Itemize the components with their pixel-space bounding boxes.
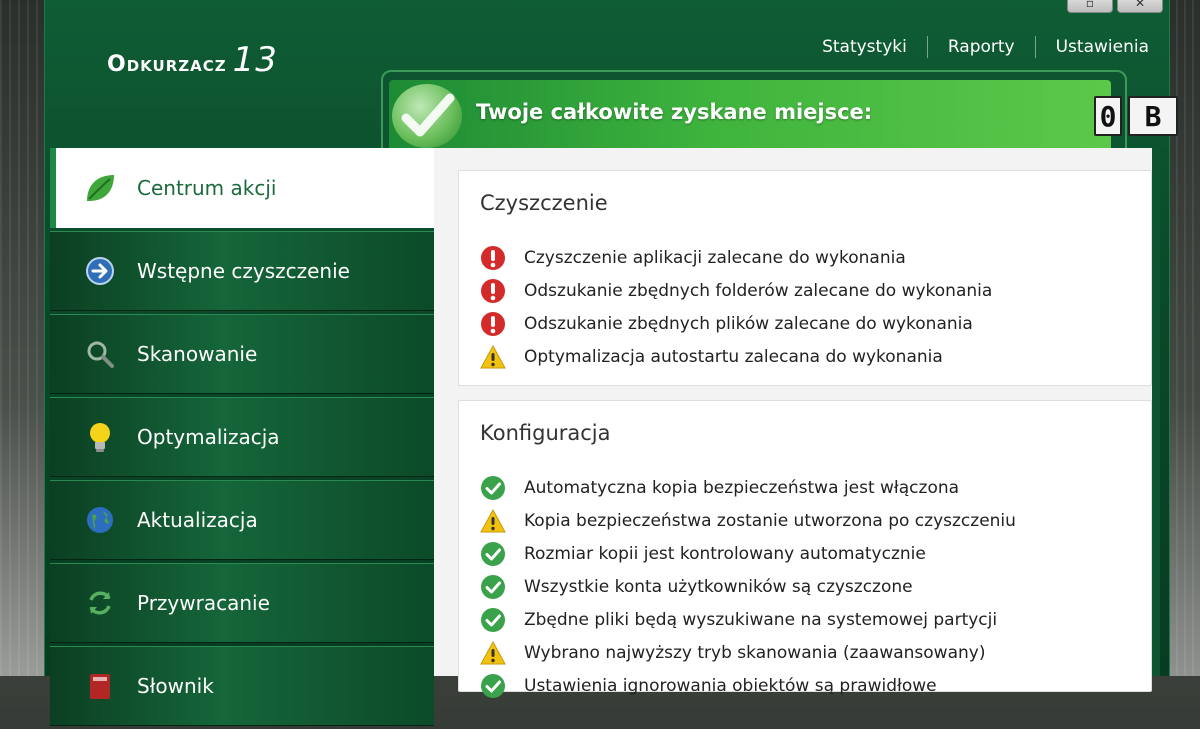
status-row[interactable]: Kopia bezpieczeństwa zostanie utworzona …: [480, 504, 1016, 537]
arrow-right-icon: [83, 254, 117, 288]
check-ok-icon: [481, 475, 505, 500]
magnifier-icon: [83, 337, 117, 371]
warning-icon: [480, 640, 506, 664]
sidebar-item-skanowanie[interactable]: Skanowanie: [50, 314, 434, 394]
check-ok-icon: [481, 574, 505, 599]
sidebar-item-centrum-akcji[interactable]: Centrum akcji: [50, 148, 434, 228]
globe-icon: [83, 503, 117, 537]
status-text: Odszukanie zbędnych folderów zalecane do…: [524, 280, 993, 301]
status-text: Czyszczenie aplikacji zalecane do wykona…: [524, 247, 906, 268]
sidebar-item-przywracanie[interactable]: Przywracanie: [50, 563, 434, 643]
checkmark-icon: [392, 84, 462, 148]
status-text: Kopia bezpieczeństwa zostanie utworzona …: [524, 510, 1016, 531]
main-content: Czyszczenie Czyszczenie aplikacji zaleca…: [434, 148, 1160, 698]
lightbulb-icon: [83, 420, 117, 454]
warning-icon: [480, 344, 506, 368]
nav-link-raporty[interactable]: Raporty: [948, 37, 1015, 57]
space-saved-counter: 0 B: [1094, 96, 1178, 136]
app-logo: Odkurzacz 13: [107, 40, 278, 80]
check-ok-icon: [481, 673, 505, 698]
status-row[interactable]: Rozmiar kopii jest kontrolowany automaty…: [480, 537, 1016, 570]
leaf-icon: [83, 171, 117, 205]
desktop-background-left: [0, 0, 46, 676]
close-button[interactable]: ✕: [1117, 0, 1163, 13]
warning-icon: [480, 508, 506, 532]
status-row[interactable]: Wybrano najwyższy tryb skanowania (zaawa…: [480, 636, 1016, 669]
sidebar-item-label: Słownik: [137, 674, 214, 698]
sidebar-item-optymalizacja[interactable]: Optymalizacja: [50, 397, 434, 477]
status-row[interactable]: Zbędne pliki będą wyszukiwane na systemo…: [480, 603, 1016, 636]
status-text: Wybrano najwyższy tryb skanowania (zaawa…: [524, 642, 986, 663]
section-title: Czyszczenie: [480, 191, 608, 215]
sidebar: Centrum akcji Wstępne czyszczenie Skanow…: [50, 148, 434, 729]
book-icon: [83, 669, 117, 703]
section-card-konfiguracja: Konfiguracja Automatyczna kopia bezpiecz…: [458, 400, 1152, 698]
status-text: Zbędne pliki będą wyszukiwane na systemo…: [524, 609, 998, 630]
status-text: Rozmiar kopii jest kontrolowany automaty…: [524, 543, 926, 564]
sidebar-item-slownik[interactable]: Słownik: [50, 646, 434, 726]
status-text: Wszystkie konta użytkowników są czyszczo…: [524, 576, 913, 597]
restore-button[interactable]: ▫: [1067, 0, 1113, 13]
sidebar-item-label: Aktualizacja: [137, 508, 258, 532]
status-list: Czyszczenie aplikacji zalecane do wykona…: [480, 241, 992, 373]
status-text: Optymalizacja autostartu zalecana do wyk…: [524, 346, 943, 367]
section-title: Konfiguracja: [480, 421, 611, 445]
status-row[interactable]: Wszystkie konta użytkowników są czyszczo…: [480, 570, 1016, 603]
status-row[interactable]: Optymalizacja autostartu zalecana do wyk…: [480, 340, 992, 373]
error-icon: [481, 245, 505, 270]
section-card-czyszczenie: Czyszczenie Czyszczenie aplikacji zaleca…: [458, 170, 1152, 386]
sidebar-item-label: Przywracanie: [137, 591, 270, 615]
nav-divider: [1034, 36, 1036, 58]
sidebar-item-wstepne-czyszczenie[interactable]: Wstępne czyszczenie: [50, 231, 434, 311]
nav-link-statystyki[interactable]: Statystyki: [822, 37, 907, 57]
check-ok-icon: [481, 607, 505, 632]
nav-divider: [926, 36, 928, 58]
app-name: Odkurzacz: [107, 52, 227, 77]
status-row[interactable]: Czyszczenie aplikacji zalecane do wykona…: [480, 241, 992, 274]
sidebar-item-aktualizacja[interactable]: Aktualizacja: [50, 480, 434, 560]
counter-value: 0: [1094, 96, 1122, 136]
error-icon: [481, 311, 505, 336]
sidebar-item-label: Optymalizacja: [137, 425, 280, 449]
status-row[interactable]: Ustawienia ignorowania obiektów są prawi…: [480, 669, 1016, 702]
status-text: Odszukanie zbędnych plików zalecane do w…: [524, 313, 973, 334]
nav-link-ustawienia[interactable]: Ustawienia: [1056, 37, 1149, 57]
restore-arrows-icon: [83, 586, 117, 620]
check-ok-icon: [481, 541, 505, 566]
status-row[interactable]: Odszukanie zbędnych plików zalecane do w…: [480, 307, 992, 340]
status-row[interactable]: Odszukanie zbędnych folderów zalecane do…: [480, 274, 992, 307]
sidebar-item-label: Wstępne czyszczenie: [137, 259, 350, 283]
sidebar-item-label: Centrum akcji: [137, 176, 277, 200]
counter-unit: B: [1128, 96, 1178, 136]
status-text: Ustawienia ignorowania obiektów są prawi…: [524, 675, 937, 696]
window-controls: ▫ ✕: [1067, 0, 1163, 13]
app-version: 13: [232, 40, 278, 80]
space-saved-label: Twoje całkowite zyskane miejsce:: [476, 100, 873, 124]
error-icon: [481, 278, 505, 303]
status-list: Automatyczna kopia bezpieczeństwa jest w…: [480, 471, 1016, 702]
status-row[interactable]: Automatyczna kopia bezpieczeństwa jest w…: [480, 471, 1016, 504]
top-navigation: Statystyki Raporty Ustawienia: [822, 36, 1149, 58]
status-text: Automatyczna kopia bezpieczeństwa jest w…: [524, 477, 960, 498]
sidebar-item-label: Skanowanie: [137, 342, 258, 366]
